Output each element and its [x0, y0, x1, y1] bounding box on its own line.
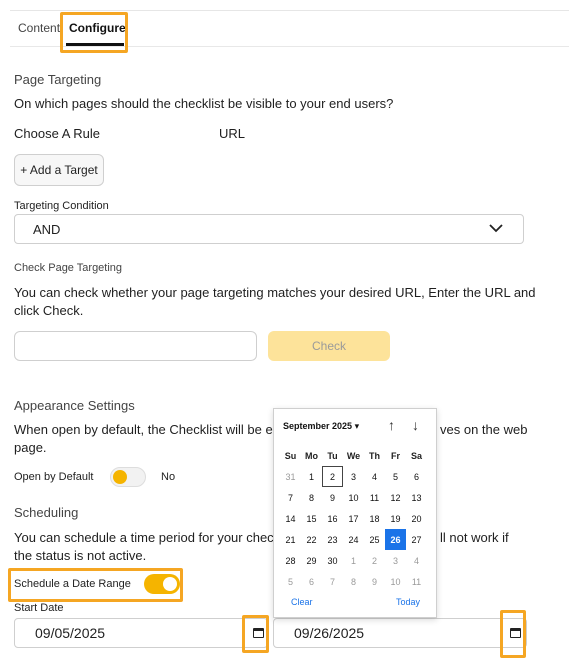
start-date-value: 09/05/2025	[35, 625, 106, 641]
top-divider	[10, 10, 569, 11]
targeting-condition-label: Targeting Condition	[14, 200, 109, 212]
calendar-day[interactable]: 2	[364, 550, 385, 571]
datepicker-popup: September 2025 ▾ ↑ ↓ Su Mo Tu We Th Fr Sa 31 1 2 3…	[273, 408, 437, 618]
highlight-configure-tab	[60, 12, 128, 53]
highlight-start-calendar	[242, 615, 269, 653]
weekday-header: Fr	[391, 450, 400, 461]
calendar-day[interactable]: 9	[322, 487, 343, 508]
url-input[interactable]	[14, 331, 257, 361]
scheduling-desc-line1-left: You can schedule a time period for your …	[14, 530, 281, 545]
calendar-day[interactable]: 31	[280, 466, 301, 487]
calendar-day[interactable]: 6	[406, 466, 427, 487]
rule-value: URL	[219, 126, 246, 141]
targeting-condition-value: AND	[33, 221, 61, 237]
check-targeting-desc-line1: You can check whether your page targetin…	[14, 285, 536, 300]
today-button[interactable]: Today	[396, 597, 420, 607]
calendar-day[interactable]: 24	[343, 529, 364, 550]
highlight-end-calendar	[500, 610, 526, 658]
calendar-day[interactable]: 13	[406, 487, 427, 508]
start-date-label: Start Date	[14, 602, 64, 614]
calendar-day[interactable]: 4	[364, 466, 385, 487]
calendar-day[interactable]: 7	[322, 571, 343, 592]
check-button[interactable]: Check	[268, 331, 390, 361]
chevron-down-icon	[489, 224, 503, 233]
end-date-input[interactable]: 09/26/2025	[273, 618, 527, 648]
calendar-day[interactable]: 10	[385, 571, 406, 592]
open-by-default-toggle[interactable]	[110, 467, 146, 487]
tab-content[interactable]: Content	[18, 21, 60, 35]
clear-button[interactable]: Clear	[291, 597, 313, 607]
appearance-desc-line2: page.	[14, 440, 47, 455]
month-label: September 2025	[283, 421, 353, 431]
caret-down-icon: ▾	[354, 421, 360, 431]
targeting-condition-select[interactable]: AND	[14, 214, 524, 244]
highlight-schedule-toggle	[8, 568, 183, 602]
calendar-day[interactable]: 3	[385, 550, 406, 571]
weekday-header: Sa	[410, 450, 422, 461]
calendar-day[interactable]: 15	[301, 508, 322, 529]
calendar-day[interactable]: 8	[301, 487, 322, 508]
check-targeting-desc-line2: click Check.	[14, 303, 84, 318]
calendar-day[interactable]: 7	[280, 487, 301, 508]
check-targeting-title: Check Page Targeting	[14, 262, 123, 274]
calendar-day[interactable]: 30	[322, 550, 343, 571]
calendar-day[interactable]: 3	[343, 466, 364, 487]
calendar-day[interactable]: 14	[280, 508, 301, 529]
calendar-day[interactable]: 5	[385, 466, 406, 487]
scheduling-title: Scheduling	[14, 505, 79, 520]
calendar-grid: Su Mo Tu We Th Fr Sa 31 1 2 3 4 5 6 7 8 9 10 11 12 13 14 15 16 1…	[280, 445, 427, 592]
calendar-day[interactable]: 21	[280, 529, 301, 550]
weekday-header: Mo	[305, 450, 318, 461]
calendar-day[interactable]: 1	[343, 550, 364, 571]
calendar-day[interactable]: 19	[385, 508, 406, 529]
calendar-day[interactable]: 22	[301, 529, 322, 550]
appearance-desc-line1-right: ves on the web	[440, 422, 528, 437]
calendar-day[interactable]: 16	[322, 508, 343, 529]
calendar-day[interactable]: 11	[364, 487, 385, 508]
calendar-day[interactable]: 8	[343, 571, 364, 592]
calendar-day[interactable]: 28	[280, 550, 301, 571]
calendar-day[interactable]: 11	[406, 571, 427, 592]
calendar-day[interactable]: 18	[364, 508, 385, 529]
calendar-day[interactable]: 17	[343, 508, 364, 529]
previous-month-icon[interactable]: ↑	[388, 417, 395, 433]
calendar-day[interactable]: 20	[406, 508, 427, 529]
appearance-desc-line1-left: When open by default, the Checklist will…	[14, 422, 280, 437]
open-by-default-value: No	[161, 471, 176, 483]
start-date-input[interactable]: 09/05/2025	[14, 618, 268, 648]
calendar-day[interactable]: 9	[364, 571, 385, 592]
calendar-day[interactable]: 12	[385, 487, 406, 508]
calendar-day[interactable]: 4	[406, 550, 427, 571]
weekday-header: Tu	[327, 450, 338, 461]
add-target-button[interactable]: + Add a Target	[14, 154, 104, 186]
appearance-title: Appearance Settings	[14, 398, 135, 413]
calendar-day[interactable]: 29	[301, 550, 322, 571]
calendar-day[interactable]: 10	[343, 487, 364, 508]
scheduling-desc-line1-right: ll not work if	[440, 530, 509, 545]
choose-rule-label: Choose A Rule	[14, 126, 101, 141]
weekday-header: Th	[369, 450, 380, 461]
weekday-header: Su	[284, 450, 297, 461]
selected-day[interactable]: 26	[385, 529, 406, 550]
scheduling-desc-line2: the status is not active.	[14, 548, 147, 563]
next-month-icon[interactable]: ↓	[412, 417, 419, 433]
calendar-day[interactable]: 23	[322, 529, 343, 550]
today-day[interactable]: 2	[322, 466, 343, 487]
calendar-day[interactable]: 6	[301, 571, 322, 592]
calendar-day[interactable]: 27	[406, 529, 427, 550]
toggle-knob	[113, 470, 127, 484]
page-targeting-title: Page Targeting	[14, 72, 102, 87]
calendar-day[interactable]: 25	[364, 529, 385, 550]
end-date-value: 09/26/2025	[294, 625, 365, 641]
month-selector[interactable]: September 2025 ▾	[283, 421, 359, 432]
weekday-header: We	[346, 450, 361, 461]
calendar-day[interactable]: 5	[280, 571, 301, 592]
open-by-default-label: Open by Default	[14, 471, 94, 483]
calendar-day[interactable]: 1	[301, 466, 322, 487]
page-targeting-question: On which pages should the checklist be v…	[14, 96, 394, 111]
